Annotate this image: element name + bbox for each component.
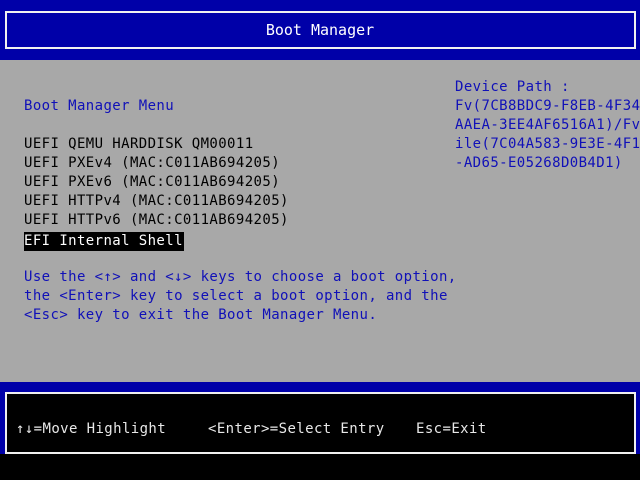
boot-option-pxev4[interactable]: UEFI PXEv4 (MAC:C011AB694205) <box>24 154 289 173</box>
main-panel: Boot Manager Menu UEFI QEMU HARDDISK QM0… <box>0 60 640 382</box>
boot-option-list: UEFI QEMU HARDDISK QM00011 UEFI PXEv4 (M… <box>24 135 289 251</box>
bottom-strip <box>0 454 640 480</box>
menu-title: Boot Manager Menu <box>24 98 175 114</box>
boot-option-httpv4[interactable]: UEFI HTTPv4 (MAC:C011AB694205) <box>24 192 289 211</box>
help-line: the <Enter> key to select a boot option,… <box>24 288 448 304</box>
device-path-line: Fv(7CB8BDC9-F8EB-4F34- <box>455 98 640 114</box>
device-path-label: Device Path : <box>455 79 570 95</box>
boot-option-pxev6[interactable]: UEFI PXEv6 (MAC:C011AB694205) <box>24 173 289 192</box>
exit-hint: Esc=Exit <box>416 421 487 437</box>
device-path-line: ile(7C04A583-9E3E-4F1C <box>455 136 640 152</box>
page-title: Boot Manager <box>265 21 375 39</box>
boot-manager-screen: Boot Manager Boot Manager Menu UEFI QEMU… <box>0 0 640 480</box>
header-bar: Boot Manager <box>0 0 640 60</box>
boot-option-httpv6[interactable]: UEFI HTTPv6 (MAC:C011AB694205) <box>24 211 289 230</box>
boot-option-efi-shell[interactable]: EFI Internal Shell <box>24 232 184 251</box>
device-path-panel: Device Path : Fv(7CB8BDC9-F8EB-4F34- AAE… <box>455 78 640 173</box>
help-line: Use the <↑> and <↓> keys to choose a boo… <box>24 269 457 285</box>
select-entry-hint: <Enter>=Select Entry <box>208 421 385 437</box>
move-highlight-hint: ↑↓=Move Highlight <box>16 421 167 437</box>
boot-option-qemu-harddisk[interactable]: UEFI QEMU HARDDISK QM00011 <box>24 135 289 154</box>
device-path-line: -AD65-E05268D0B4D1) <box>455 155 623 171</box>
help-line: <Esc> key to exit the Boot Manager Menu. <box>24 307 378 323</box>
device-path-line: AAEA-3EE4AF6516A1)/FvF <box>455 117 640 133</box>
help-text: Use the <↑> and <↓> keys to choose a boo… <box>24 268 457 325</box>
